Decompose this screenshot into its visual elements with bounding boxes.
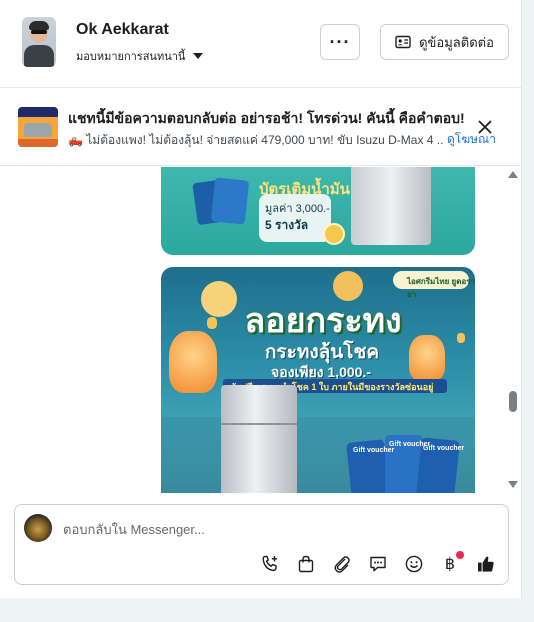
view-contact-button[interactable]: ดูข้อมูลติดต่อ bbox=[380, 24, 509, 60]
medal-icon bbox=[323, 223, 345, 245]
conversation-panel: Ok Aekkarat มอบหมายการสนทนานี้ ··· ดูข้อ… bbox=[0, 0, 522, 598]
smiley-icon[interactable] bbox=[403, 553, 425, 575]
lantern-shape bbox=[457, 333, 465, 343]
assign-conversation-dropdown[interactable]: มอบหมายการสนทนานี้ bbox=[76, 47, 204, 65]
user-name[interactable]: Ok Aekkarat bbox=[76, 21, 169, 39]
more-options-button[interactable]: ··· bbox=[320, 24, 360, 60]
caret-down-icon bbox=[193, 53, 204, 59]
ad-context-bar: แชทนี้มีข้อความตอบกลับต่อ อย่ารอช้า! โทร… bbox=[0, 88, 522, 166]
close-icon[interactable] bbox=[476, 118, 494, 136]
ad-title: แชทนี้มีข้อความตอบกลับต่อ อย่ารอช้า! โทร… bbox=[68, 110, 465, 126]
chat-bubble-icon[interactable] bbox=[367, 553, 389, 575]
lantern-shape bbox=[207, 317, 217, 329]
assign-label: มอบหมายการสนทนานี้ bbox=[76, 51, 186, 63]
ad-thumbnail[interactable] bbox=[18, 107, 58, 147]
scroll-down-arrow[interactable] bbox=[508, 481, 518, 488]
conversation-header: Ok Aekkarat มอบหมายการสนทนานี้ ··· ดูข้อ… bbox=[0, 0, 522, 88]
view-contact-label: ดูข้อมูลติดต่อ bbox=[419, 34, 494, 50]
user-avatar[interactable] bbox=[22, 17, 56, 67]
baht-symbol: ฿ bbox=[444, 556, 456, 573]
scroll-up-arrow[interactable] bbox=[508, 171, 518, 178]
composer-toolbar: ฿ bbox=[15, 551, 510, 577]
voucher-label: Gift voucher bbox=[423, 445, 465, 452]
bag-icon[interactable] bbox=[295, 553, 317, 575]
notification-dot bbox=[456, 551, 464, 559]
message-list[interactable]: บัตรเติมน้ำมัน มูลค่า 3,000.- 5 รางวัล ไ… bbox=[0, 167, 522, 493]
phone-add-icon[interactable] bbox=[259, 553, 281, 575]
lantern-shape bbox=[169, 331, 217, 393]
image1-value: มูลค่า 3,000.- bbox=[265, 203, 330, 215]
scrollbar-thumb[interactable] bbox=[509, 391, 517, 412]
voucher-label: Gift voucher bbox=[353, 447, 395, 454]
paperclip-icon[interactable] bbox=[331, 553, 353, 575]
message-image-fuel-card[interactable]: บัตรเติมน้ำมัน มูลค่า 3,000.- 5 รางวัล bbox=[161, 167, 475, 255]
image1-count: 5 รางวัล bbox=[265, 218, 309, 232]
message-image-loy-krathong[interactable]: ไอศกรีมไทย ยูดอรายา ลอยกระทง กระทงลุ้นโช… bbox=[161, 267, 475, 493]
reply-input[interactable] bbox=[63, 519, 483, 539]
reply-composer: ฿ bbox=[14, 504, 509, 585]
contact-card-icon bbox=[395, 35, 411, 49]
fridge-door-line bbox=[221, 423, 297, 425]
fridge-image bbox=[221, 385, 297, 493]
page-avatar bbox=[24, 514, 52, 542]
thumbs-up-icon[interactable] bbox=[475, 553, 497, 575]
ad-subtitle: 🛻 ไม่ต้องแพง! ไม่ต้องลุ้น! จ่ายสดแค่ 479… bbox=[68, 133, 444, 147]
